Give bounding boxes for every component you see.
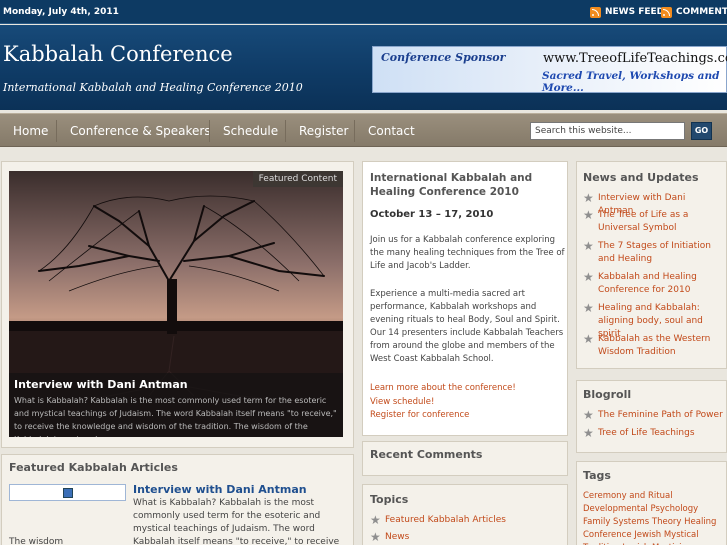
blogroll-item[interactable]: Tree of Life Teachings bbox=[598, 427, 695, 440]
site-title[interactable]: Kabbalah Conference bbox=[3, 42, 233, 66]
star-icon: ★ bbox=[583, 191, 594, 205]
star-icon: ★ bbox=[370, 530, 381, 544]
conference-intro: Join us for a Kabbalah conference explor… bbox=[370, 235, 565, 271]
nav-home[interactable]: Home bbox=[13, 124, 48, 138]
featured-title[interactable]: Interview with Dani Antman bbox=[14, 378, 188, 391]
sponsor-url: www.TreeofLifeTeachings.com bbox=[543, 51, 727, 66]
nav-contact[interactable]: Contact bbox=[368, 124, 415, 138]
sponsor-tagline: Sacred Travel, Workshops and More... bbox=[542, 70, 720, 94]
featured-articles-heading: Featured Kabbalah Articles bbox=[9, 461, 178, 474]
featured-content-label: Featured Content bbox=[252, 171, 343, 187]
news-item[interactable]: The 7 Stages of Initiation and Healing bbox=[598, 240, 723, 266]
top-bar: Monday, July 4th, 2011 NEWS FEED COMMENT… bbox=[0, 0, 727, 24]
sponsor-label: Conference Sponsor bbox=[381, 51, 506, 64]
site-header: Kabbalah Conference International Kabbal… bbox=[0, 25, 727, 110]
recent-comments-heading: Recent Comments bbox=[370, 448, 483, 461]
conference-details: Experience a multi-media sacred art perf… bbox=[370, 289, 564, 364]
news-item[interactable]: Kabbalah and Healing Conference for 2010 bbox=[598, 271, 708, 297]
conference-date: October 13 – 17, 2010 bbox=[370, 209, 494, 220]
news-feed-label: NEWS FEED bbox=[605, 7, 665, 17]
star-icon: ★ bbox=[583, 270, 594, 284]
current-date: Monday, July 4th, 2011 bbox=[3, 7, 119, 17]
tag-cloud[interactable]: Ceremony and Ritual Developmental Psycho… bbox=[583, 490, 723, 545]
nav-divider bbox=[354, 120, 355, 142]
article-thumbnail[interactable] bbox=[9, 484, 126, 501]
search-go-button[interactable]: GO bbox=[691, 122, 712, 140]
tags-heading: Tags bbox=[583, 469, 611, 482]
rss-icon bbox=[590, 6, 601, 18]
nav-conference-speakers[interactable]: Conference & Speakers bbox=[70, 124, 211, 138]
main-nav: Home Conference & Speakers Schedule Regi… bbox=[0, 113, 727, 147]
view-schedule-link[interactable]: View schedule! bbox=[370, 397, 434, 407]
search-input[interactable]: Search this website... bbox=[530, 122, 685, 140]
topics-heading: Topics bbox=[370, 493, 409, 506]
featured-slide[interactable]: Featured Content Interview with Dani Ant… bbox=[9, 171, 343, 437]
comments-feed-link[interactable]: COMMENTS bbox=[661, 6, 727, 18]
nav-schedule[interactable]: Schedule bbox=[223, 124, 278, 138]
site-description: International Kabbalah and Healing Confe… bbox=[3, 81, 303, 94]
star-icon: ★ bbox=[583, 239, 594, 253]
star-icon: ★ bbox=[583, 408, 594, 422]
star-icon: ★ bbox=[583, 426, 594, 440]
blogroll-heading: Blogroll bbox=[583, 388, 632, 401]
star-icon: ★ bbox=[583, 332, 594, 346]
blogroll-item[interactable]: The Feminine Path of Power bbox=[598, 409, 723, 422]
conference-title: International Kabbalah and Healing Confe… bbox=[370, 172, 533, 198]
star-icon: ★ bbox=[583, 208, 594, 222]
featured-caption: Interview with Dani Antman What is Kabba… bbox=[9, 373, 343, 437]
news-item[interactable]: The Tree of Life as a Universal Symbol bbox=[598, 209, 698, 235]
learn-more-link[interactable]: Learn more about the conference! bbox=[370, 383, 516, 393]
comments-feed-label: COMMENTS bbox=[676, 7, 727, 17]
rss-icon bbox=[661, 6, 672, 18]
broken-image-icon bbox=[63, 488, 73, 498]
news-feed-link[interactable]: NEWS FEED bbox=[590, 6, 664, 18]
nav-divider bbox=[56, 120, 57, 142]
nav-divider bbox=[209, 120, 210, 142]
nav-divider bbox=[285, 120, 286, 142]
sponsor-banner[interactable]: Conference Sponsor www.TreeofLifeTeachin… bbox=[372, 46, 727, 94]
topic-featured-articles[interactable]: Featured Kabbalah Articles bbox=[385, 514, 506, 527]
news-heading: News and Updates bbox=[583, 171, 699, 184]
news-item[interactable]: Kabbalah as the Western Wisdom Tradition bbox=[598, 333, 713, 359]
star-icon: ★ bbox=[583, 301, 594, 315]
nav-register[interactable]: Register bbox=[299, 124, 348, 138]
register-link[interactable]: Register for conference bbox=[370, 410, 469, 420]
article-title[interactable]: Interview with Dani Antman bbox=[133, 483, 307, 496]
topic-news[interactable]: News bbox=[385, 531, 409, 544]
featured-excerpt: What is Kabbalah? Kabbalah is the most c… bbox=[14, 396, 337, 437]
article-excerpt-tail: The wisdom bbox=[9, 537, 64, 545]
star-icon: ★ bbox=[370, 513, 381, 527]
